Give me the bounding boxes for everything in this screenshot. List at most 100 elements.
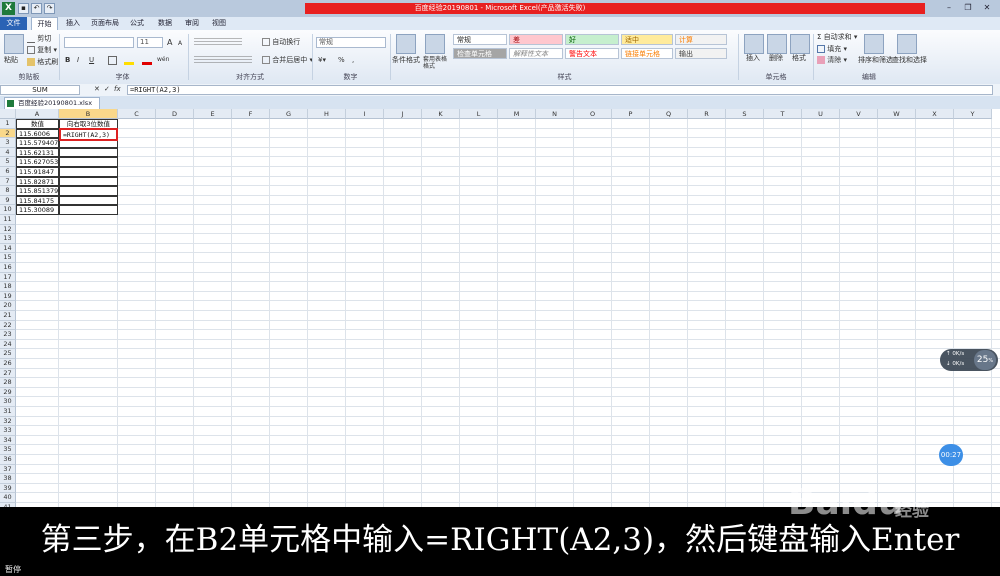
column-header[interactable]: C [118,109,156,119]
tab-formulas[interactable]: 公式 [126,17,148,30]
column-header[interactable]: B [59,109,118,119]
column-header[interactable]: L [460,109,498,119]
fill-button[interactable]: 填充 ▾ [817,45,847,54]
row-header[interactable]: 23 [0,330,16,340]
conditional-format-button[interactable]: 条件格式 [392,56,420,65]
style-output[interactable]: 输出 [675,48,727,59]
format-painter-button[interactable]: 格式刷 [27,58,58,67]
row-header[interactable]: 29 [0,387,16,398]
cell-a-value[interactable]: 115.30089 [16,205,59,215]
bold-button[interactable]: B [65,56,70,65]
row-header[interactable]: 1 [0,119,16,129]
row-header[interactable]: 19 [0,291,16,302]
cell-a-value[interactable]: 115.91847 [16,167,59,177]
row-header[interactable]: 24 [0,339,16,350]
workbook-tab[interactable]: 百度经验20190801.xlsx [4,97,100,109]
row-header[interactable]: 28 [0,378,16,388]
column-header[interactable]: S [726,109,764,119]
font-color-icon[interactable] [142,56,152,65]
font-size-dropdown[interactable]: 11 [137,37,163,48]
row-header[interactable]: 2 [0,128,16,139]
row-header[interactable]: 3 [0,138,16,148]
column-header[interactable]: J [384,109,422,119]
sort-filter-button[interactable]: 排序和筛选 [858,56,893,65]
number-format-dropdown[interactable]: 常规 [316,37,386,48]
tab-file[interactable]: 文件 [0,17,27,30]
find-select-button[interactable]: 查找和选择 [892,56,927,65]
row-header[interactable]: 33 [0,426,16,436]
clear-button[interactable]: 清除 ▾ [817,56,847,65]
border-icon[interactable] [108,56,117,65]
row-header[interactable]: 30 [0,397,16,407]
confirm-entry-icon[interactable]: ✓ [104,85,110,94]
align-top-icons[interactable] [194,38,242,47]
row-header[interactable]: 13 [0,234,16,244]
comma-button[interactable]: , [352,56,354,65]
cell-b-empty[interactable] [59,176,118,187]
column-header[interactable]: U [802,109,840,119]
format-cells-button[interactable]: 格式 [792,54,806,63]
cut-button[interactable]: 剪切 [27,34,51,44]
row-header[interactable]: 11 [0,215,16,225]
row-header[interactable]: 9 [0,195,16,206]
row-header[interactable]: 15 [0,253,16,263]
cancel-entry-icon[interactable]: ✕ [94,85,100,94]
row-header[interactable]: 14 [0,243,16,254]
select-all-corner[interactable] [0,109,16,119]
column-header[interactable]: I [346,109,384,119]
row-header[interactable]: 21 [0,311,16,321]
column-header[interactable]: K [422,109,460,119]
row-header[interactable]: 36 [0,455,16,465]
row-header[interactable]: 34 [0,435,16,446]
row-header[interactable]: 4 [0,147,16,158]
column-header[interactable]: D [156,109,194,119]
cell-a-value[interactable]: 115.851379 [16,186,59,196]
format-cells-icon[interactable] [790,34,810,54]
column-header[interactable]: T [764,109,802,119]
row-header[interactable]: 27 [0,368,16,379]
insert-cells-button[interactable]: 插入 [746,54,760,63]
row-header[interactable]: 5 [0,157,16,167]
cell-a-value[interactable]: 115.62131 [16,147,59,158]
cell-b-empty[interactable] [59,205,118,215]
tab-insert[interactable]: 插入 [62,17,84,30]
tab-page-layout[interactable]: 页面布局 [88,17,122,30]
excel-app-icon[interactable]: X [2,2,15,15]
cell-a1-header[interactable]: 数值 [16,119,59,129]
column-header[interactable]: X [916,109,954,119]
italic-button[interactable]: I [77,56,79,65]
column-header[interactable]: A [16,109,59,119]
row-header[interactable]: 20 [0,301,16,311]
column-header[interactable]: E [194,109,232,119]
table-format-button[interactable]: 套用表格格式 [423,56,449,70]
undo-icon[interactable]: ↶ [31,3,42,14]
redo-icon[interactable]: ↷ [44,3,55,14]
style-neutral[interactable]: 适中 [621,34,673,45]
column-header[interactable]: Y [954,109,992,119]
row-header[interactable]: 39 [0,483,16,494]
column-header[interactable]: F [232,109,270,119]
paste-icon[interactable] [4,34,24,54]
row-header[interactable]: 37 [0,464,16,475]
percent-button[interactable]: % [338,56,345,65]
formula-input[interactable]: =RIGHT(A2,3) [127,85,993,95]
column-header[interactable]: R [688,109,726,119]
cell-b-empty[interactable] [59,157,118,167]
style-normal[interactable]: 常规 [453,34,507,45]
sort-filter-icon[interactable] [864,34,884,54]
delete-cells-icon[interactable] [767,34,787,54]
row-header[interactable]: 40 [0,493,16,503]
autosum-button[interactable]: Σ 自动求和 ▾ [817,33,857,42]
conditional-format-icon[interactable] [396,34,416,54]
row-header[interactable]: 8 [0,186,16,196]
grow-font-button[interactable]: A [167,38,172,47]
row-header[interactable]: 35 [0,445,16,455]
cell-b-empty[interactable] [59,195,118,206]
save-icon[interactable]: ▪ [18,3,29,14]
wrap-text-button[interactable]: 自动换行 [262,38,300,47]
minimize-button[interactable]: – [940,2,958,14]
tab-home[interactable]: 开始 [31,17,58,30]
table-format-icon[interactable] [425,34,445,54]
cell-b2-editing[interactable]: =RIGHT(A2,3) [59,127,118,142]
close-button[interactable]: ✕ [978,2,996,14]
